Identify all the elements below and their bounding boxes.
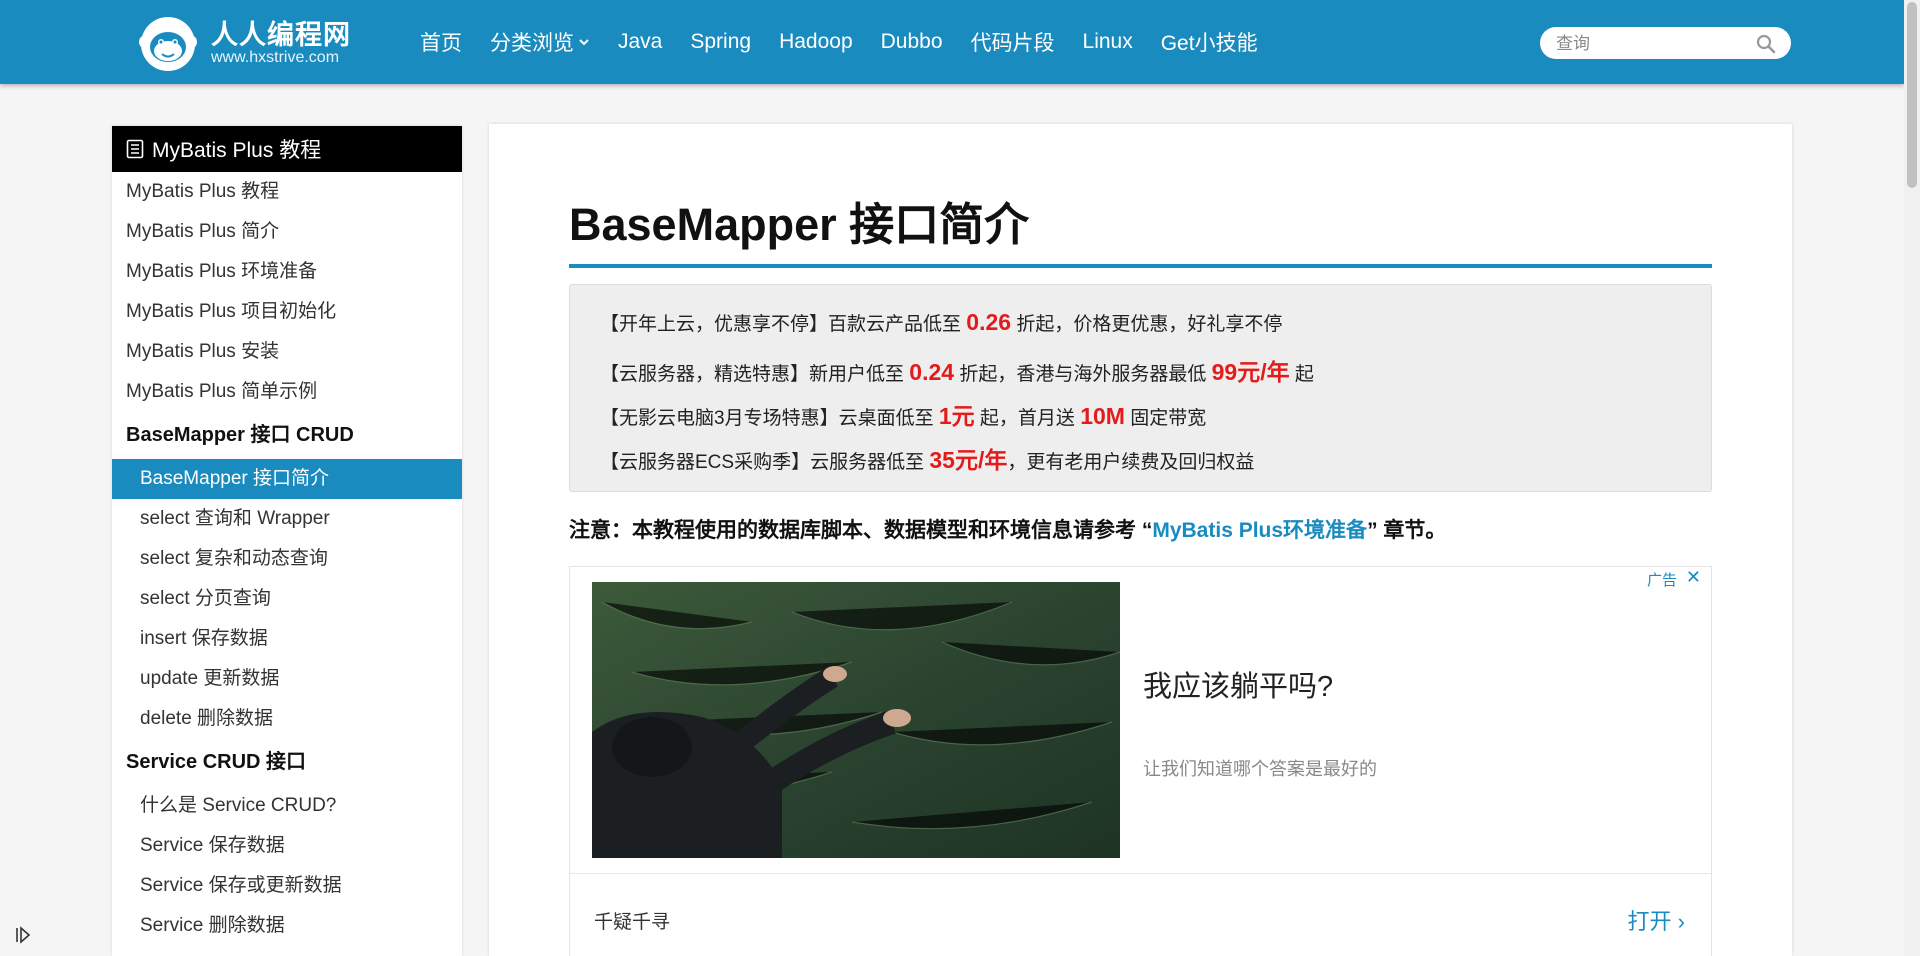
nav-code-snippets[interactable]: 代码片段 xyxy=(957,27,1069,57)
sidebar-item-service-delete[interactable]: Service 删除数据 xyxy=(112,906,462,946)
article-panel: BaseMapper 接口简介 【开年上云，优惠享不停】百款云产品低至 0.26… xyxy=(489,124,1792,956)
sidebar-item-service-save-or-update[interactable]: Service 保存或更新数据 xyxy=(112,866,462,906)
nav-home[interactable]: 首页 xyxy=(406,27,476,57)
tutorial-note: 注意：本教程使用的数据库脚本、数据模型和环境信息请参考 “MyBatis Plu… xyxy=(569,519,1447,542)
ad-open-button[interactable]: 打开 › xyxy=(1628,904,1685,936)
sidebar-item-insert[interactable]: insert 保存数据 xyxy=(112,619,462,659)
site-url[interactable]: www.hxstrive.com xyxy=(211,49,339,67)
sidebar-item-env-setup[interactable]: MyBatis Plus 环境准备 xyxy=(112,252,462,292)
ad-close-icon[interactable]: ✕ xyxy=(1686,567,1701,588)
document-icon xyxy=(126,139,144,159)
search-box xyxy=(1540,27,1791,59)
nav-java[interactable]: Java xyxy=(604,30,676,54)
sidebar-item-intro[interactable]: MyBatis Plus 简介 xyxy=(112,212,462,252)
env-setup-link[interactable]: MyBatis Plus环境准备 xyxy=(1152,519,1367,542)
promo-line[interactable]: 【云服务器，精选特惠】新用户低至 0.24 折起，香港与海外服务器最低 99元/… xyxy=(600,353,1314,387)
page-scrollbar[interactable] xyxy=(1904,0,1920,956)
nav-tips[interactable]: Get小技能 xyxy=(1147,27,1272,57)
nav-categories[interactable]: 分类浏览 xyxy=(476,27,604,57)
ad-description: 让我们知道哪个答案是最好的 xyxy=(1143,759,1377,779)
nav-spring[interactable]: Spring xyxy=(676,30,765,54)
sidebar-header: MyBatis Plus 教程 xyxy=(112,126,462,172)
sidebar-item-project-init[interactable]: MyBatis Plus 项目初始化 xyxy=(112,292,462,332)
sidebar-item-what-is-service-crud[interactable]: 什么是 Service CRUD? xyxy=(112,786,462,826)
sidebar-title: MyBatis Plus 教程 xyxy=(152,139,322,162)
promo-line[interactable]: 【云服务器ECS采购季】云服务器低至 35元/年，更有老用户续费及回归权益 xyxy=(600,441,1254,475)
sidebar-item-select-complex[interactable]: select 复杂和动态查询 xyxy=(112,539,462,579)
promo-line[interactable]: 【无影云电脑3月专场特惠】云桌面低至 1元 起，首月送 10M 固定带宽 xyxy=(600,397,1206,431)
chevron-down-icon xyxy=(579,39,589,46)
ad-card[interactable]: 广告 ✕ 我应该躺平吗? 让我们知道哪个答案是最好的 千疑千寻 打开 › xyxy=(569,566,1712,956)
sidebar-item-tutorial[interactable]: MyBatis Plus 教程 xyxy=(112,172,462,212)
sidebar-group-service-crud: Service CRUD 接口 xyxy=(126,751,307,773)
ad-image[interactable] xyxy=(592,582,1120,858)
sidebar-item-service-save[interactable]: Service 保存数据 xyxy=(112,826,462,866)
site-name[interactable]: 人人编程网 xyxy=(211,13,351,52)
title-underline xyxy=(569,264,1712,268)
ad-label: 广告 xyxy=(1646,572,1677,589)
nav-linux[interactable]: Linux xyxy=(1069,30,1147,54)
sidebar-group-basemapper: BaseMapper 接口 CRUD xyxy=(126,424,354,446)
promo-line[interactable]: 【开年上云，优惠享不停】百款云产品低至 0.26 折起，价格更优惠，好礼享不停 xyxy=(600,309,1282,336)
sidebar-item-delete[interactable]: delete 删除数据 xyxy=(112,699,462,739)
search-icon[interactable] xyxy=(1756,34,1776,54)
sidebar-item-basemapper-intro[interactable]: BaseMapper 接口简介 xyxy=(112,459,462,499)
sidebar-item-simple-example[interactable]: MyBatis Plus 简单示例 xyxy=(112,372,462,412)
sidebar-item-select-wrapper[interactable]: select 查询和 Wrapper xyxy=(112,499,462,539)
nav-hadoop[interactable]: Hadoop xyxy=(765,30,867,54)
nav-dubbo[interactable]: Dubbo xyxy=(867,30,957,54)
sidebar-toggle-icon[interactable] xyxy=(12,924,34,946)
search-input[interactable] xyxy=(1554,31,1748,57)
promo-box: 【开年上云，优惠享不停】百款云产品低至 0.26 折起，价格更优惠，好礼享不停 … xyxy=(569,284,1712,492)
top-header: 人人编程网 www.hxstrive.com 首页 分类浏览 Java Spri… xyxy=(0,0,1904,84)
sidebar-item-update[interactable]: update 更新数据 xyxy=(112,659,462,699)
tutorial-sidebar: MyBatis Plus 教程 MyBatis Plus 教程 MyBatis … xyxy=(112,126,462,956)
sidebar-item-install[interactable]: MyBatis Plus 安装 xyxy=(112,332,462,372)
page-title: BaseMapper 接口简介 xyxy=(569,199,1030,250)
ad-headline[interactable]: 我应该躺平吗? xyxy=(1143,663,1333,705)
sidebar-item-select-paging[interactable]: select 分页查询 xyxy=(112,579,462,619)
ad-brand: 千疑千寻 xyxy=(594,912,671,933)
scrollbar-thumb[interactable] xyxy=(1907,2,1917,188)
monkey-logo-icon[interactable] xyxy=(137,14,199,72)
main-nav: 首页 分类浏览 Java Spring Hadoop Dubbo 代码片段 Li… xyxy=(406,0,1272,84)
ad-divider xyxy=(570,873,1711,874)
